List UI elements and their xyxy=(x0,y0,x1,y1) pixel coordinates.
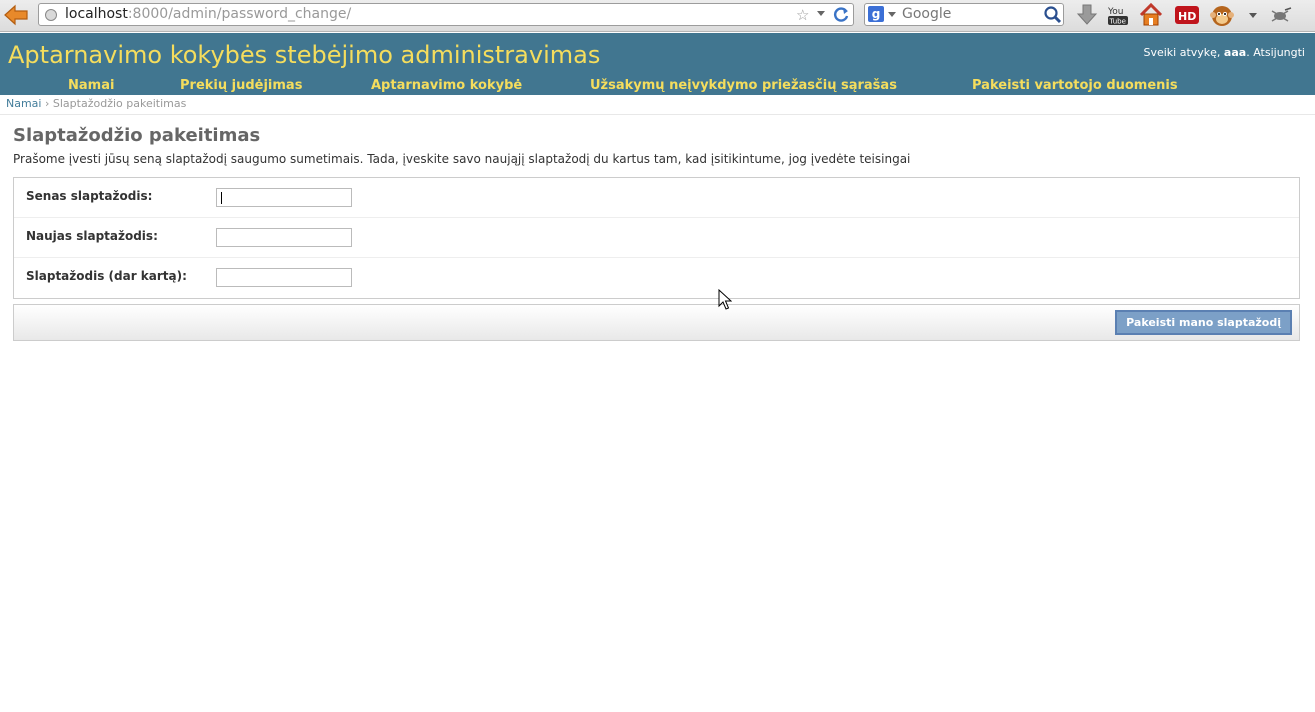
new-password-label: Naujas slaptažodis: xyxy=(26,229,158,243)
address-bar[interactable]: localhost:8000/admin/password_change/ ☆ xyxy=(38,3,854,26)
new-password-input[interactable] xyxy=(216,228,352,247)
logout-link[interactable]: Atsijungti xyxy=(1253,46,1305,59)
username: aaa xyxy=(1223,46,1247,59)
back-arrow-icon[interactable] xyxy=(3,3,29,27)
svg-text:HD: HD xyxy=(1178,10,1196,23)
bug-icon[interactable] xyxy=(1267,2,1293,28)
search-engine-dropdown-icon[interactable] xyxy=(888,12,896,17)
nav-item-aptarnavimo-kokybe[interactable]: Aptarnavimo kokybė xyxy=(371,78,522,93)
browser-toolbar: localhost:8000/admin/password_change/ ☆ … xyxy=(0,0,1315,32)
form-row-new-password: Naujas slaptažodis: xyxy=(14,218,1299,258)
welcome-text: Sveiki atvykę, xyxy=(1143,46,1221,59)
form-row-old-password: Senas slaptažodis: xyxy=(14,178,1299,218)
nav-item-uzsakymu-priezastys[interactable]: Užsakymų neįvykdymo priežasčių sąrašas xyxy=(590,78,897,93)
svg-text:You: You xyxy=(1107,7,1124,17)
bookmark-star-icon[interactable]: ☆ xyxy=(796,5,809,26)
change-password-button[interactable]: Pakeisti mano slaptažodį xyxy=(1115,310,1292,335)
search-icon[interactable] xyxy=(1043,5,1062,24)
breadcrumb: Namai › Slaptažodžio pakeitimas xyxy=(0,95,1315,115)
breadcrumb-separator: › xyxy=(44,97,50,110)
text-caret xyxy=(221,192,222,204)
breadcrumb-current: Slaptažodžio pakeitimas xyxy=(52,97,187,110)
nav-item-namai[interactable]: Namai xyxy=(68,78,114,93)
search-bar[interactable]: g Google xyxy=(864,3,1064,26)
site-title[interactable]: Aptarnavimo kokybės stebėjimo administra… xyxy=(8,41,600,69)
confirm-password-label: Slaptažodis (dar kartą): xyxy=(26,269,187,283)
intro-text: Prašome įvesti jūsų seną slaptažodį saug… xyxy=(13,152,911,166)
search-placeholder: Google xyxy=(902,6,952,22)
old-password-input[interactable] xyxy=(216,188,352,207)
hd-icon[interactable]: HD xyxy=(1174,2,1200,28)
user-tools: Sveiki atvykę, aaa. Atsijungti xyxy=(1143,46,1305,59)
home-icon[interactable] xyxy=(1138,2,1164,28)
old-password-label: Senas slaptažodis: xyxy=(26,189,153,203)
submit-row: Pakeisti mano slaptažodį xyxy=(13,304,1300,341)
form-row-confirm-password: Slaptažodis (dar kartą): xyxy=(14,258,1299,298)
password-form-fieldset: Senas slaptažodis: Naujas slaptažodis: S… xyxy=(13,177,1300,299)
reload-icon[interactable] xyxy=(833,6,850,23)
admin-header: Aptarnavimo kokybės stebėjimo administra… xyxy=(0,33,1315,95)
download-icon[interactable] xyxy=(1074,2,1100,28)
mouse-cursor-icon xyxy=(718,289,732,310)
nav-item-pakeisti-duomenis[interactable]: Pakeisti vartotojo duomenis xyxy=(972,78,1178,93)
monkey-addon-icon[interactable] xyxy=(1209,2,1235,28)
youtube-icon[interactable]: You Tube xyxy=(1106,2,1132,28)
breadcrumb-home-link[interactable]: Namai xyxy=(6,97,41,110)
url-text: localhost:8000/admin/password_change/ xyxy=(65,6,352,22)
svg-text:Tube: Tube xyxy=(1109,18,1126,26)
confirm-password-input[interactable] xyxy=(216,268,352,287)
page-title: Slaptažodžio pakeitimas xyxy=(13,125,261,146)
nav-item-prekiu-judejimas[interactable]: Prekių judėjimas xyxy=(180,78,302,93)
url-history-dropdown-icon[interactable] xyxy=(817,11,825,16)
addon-menu-dropdown-icon[interactable] xyxy=(1249,13,1257,18)
page-favicon-icon xyxy=(45,9,57,21)
google-engine-icon[interactable]: g xyxy=(868,6,884,22)
